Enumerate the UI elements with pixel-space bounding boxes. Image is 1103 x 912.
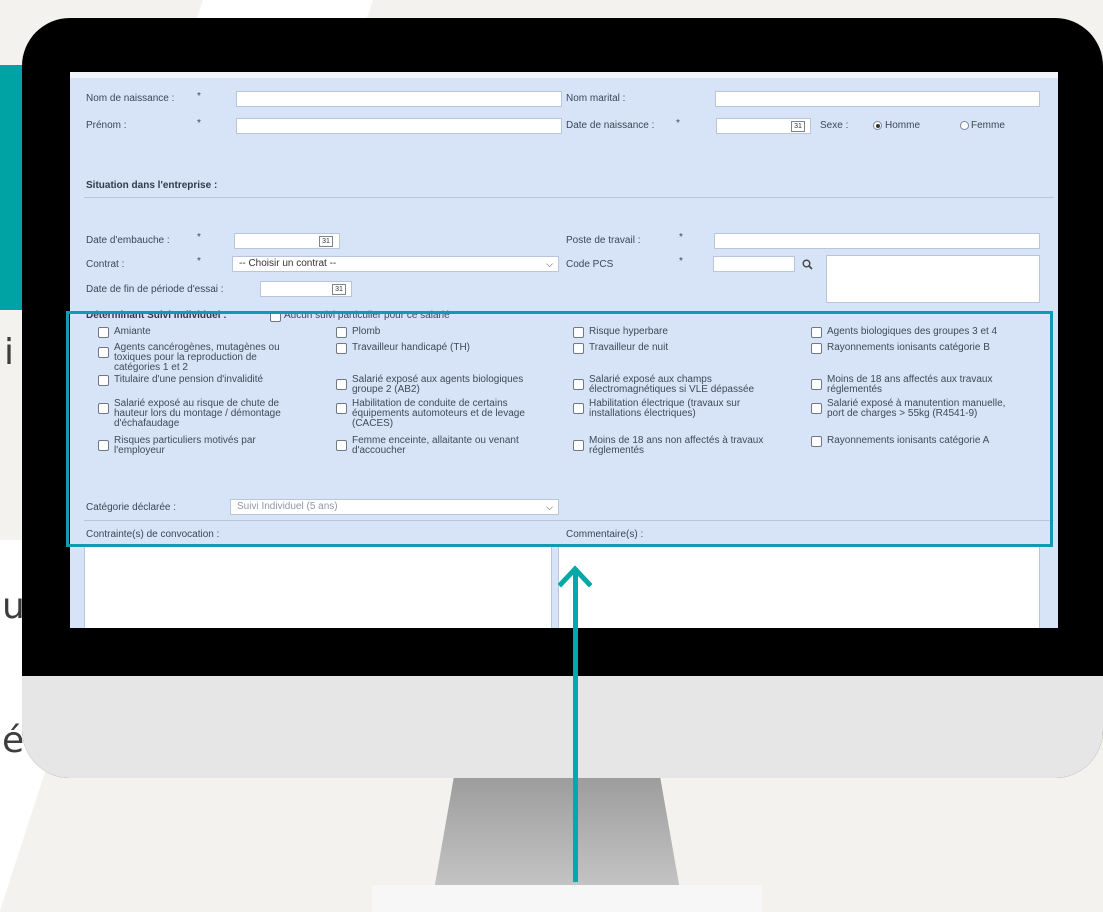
search-icon[interactable] [802, 259, 813, 270]
section-title-situation: Situation dans l'entreprise : [86, 180, 218, 191]
section-divider [84, 197, 1054, 198]
nom-marital-input[interactable] [715, 91, 1040, 107]
monitor-chin [22, 676, 1103, 778]
label-date-naissance: Date de naissance : [566, 120, 655, 131]
bg-stripe [197, 0, 373, 18]
arrow-up-icon [558, 565, 592, 588]
commentaires-textarea[interactable] [558, 544, 1040, 628]
label-contrat: Contrat : [86, 259, 125, 270]
poste-travail-input[interactable] [714, 233, 1040, 249]
calendar-icon[interactable]: 31 [791, 121, 805, 132]
prenom-input[interactable] [236, 118, 562, 134]
code-pcs-input[interactable] [713, 256, 795, 272]
label-nom-naissance: Nom de naissance : [86, 93, 175, 104]
label-prenom: Prénom : [86, 120, 127, 131]
code-pcs-description [826, 255, 1040, 303]
required-mark: * [197, 118, 201, 129]
contraintes-textarea[interactable] [84, 544, 552, 628]
required-mark: * [679, 232, 683, 243]
label-date-fin-essai: Date de fin de période d'essai : [86, 284, 224, 295]
required-mark: * [676, 118, 680, 129]
monitor-stand [434, 778, 680, 890]
cropped-text-letter: i [4, 332, 15, 373]
radio-homme-label[interactable]: Homme [885, 120, 920, 131]
contrat-select[interactable]: -- Choisir un contrat -- ⌵ [232, 256, 559, 272]
label-nom-marital: Nom marital : [566, 93, 626, 104]
contrat-selected-value: -- Choisir un contrat -- [239, 258, 337, 269]
monitor-stand-base [372, 885, 762, 912]
required-mark: * [679, 256, 683, 267]
calendar-icon[interactable]: 31 [332, 284, 346, 295]
cropped-text-letter: é [2, 720, 25, 761]
highlight-box [66, 311, 1053, 547]
screen-top-bar [70, 72, 1058, 78]
label-date-embauche: Date d'embauche : [86, 235, 170, 246]
radio-homme[interactable] [873, 121, 882, 130]
label-poste-travail: Poste de travail : [566, 235, 641, 246]
label-code-pcs: Code PCS [566, 259, 614, 270]
radio-femme-label[interactable]: Femme [971, 120, 1005, 131]
chevron-down-icon: ⌵ [546, 259, 553, 269]
required-mark: * [197, 91, 201, 102]
label-sexe: Sexe : [820, 120, 849, 131]
radio-femme[interactable] [960, 121, 969, 130]
required-mark: * [197, 256, 201, 267]
calendar-icon[interactable]: 31 [319, 236, 333, 247]
arrow-shaft [573, 568, 578, 882]
required-mark: * [197, 232, 201, 243]
nom-naissance-input[interactable] [236, 91, 562, 107]
